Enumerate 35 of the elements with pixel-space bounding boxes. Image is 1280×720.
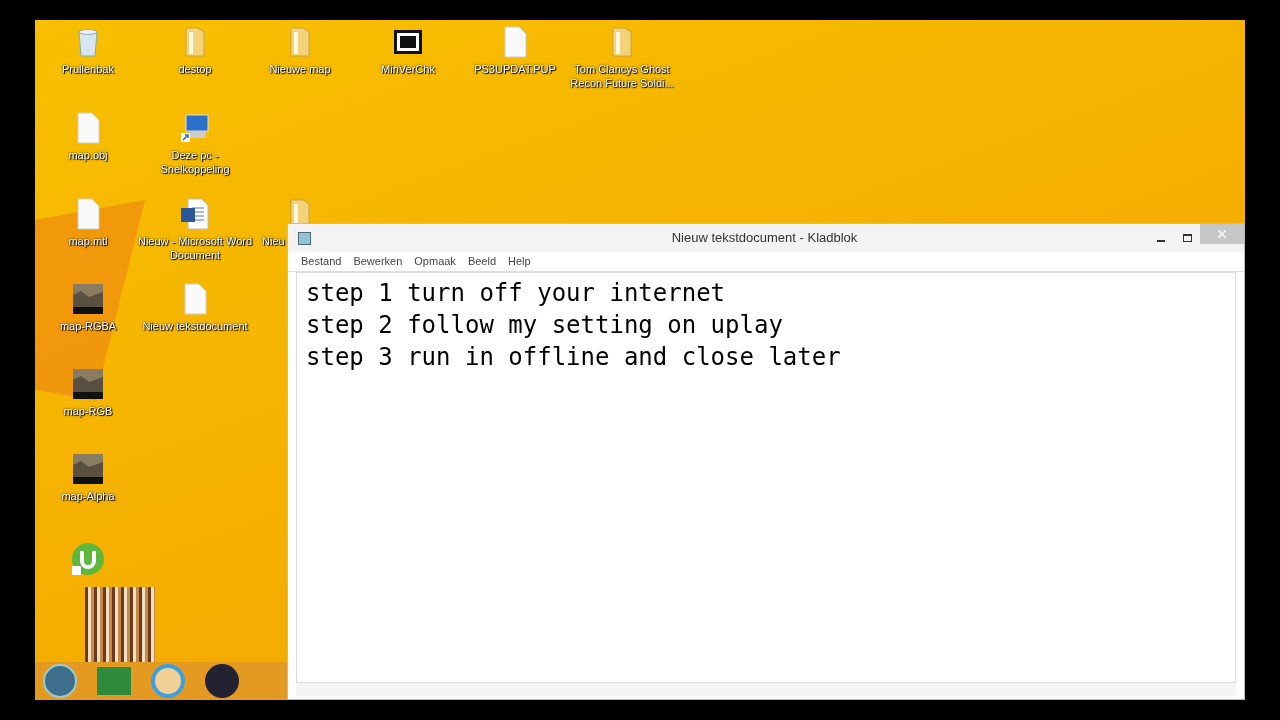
icon-label[interactable]: map-RGB [63,404,113,418]
text-line: step 1 turn off your internet [306,278,727,309]
image-thumbnail-icon [73,368,103,400]
menu-item[interactable]: Opmaak [414,253,456,270]
icon-label[interactable]: Nieuw tekstdocument [142,319,248,333]
icon-label[interactable]: Nieuwe map [269,62,331,76]
icon-label[interactable]: PS3UPDAT.PUP [474,62,556,76]
icon-label[interactable]: Nieuw - Microsoft Word Document [137,234,253,262]
icon-label[interactable]: map.mtl [68,234,108,248]
menu-item[interactable]: Beeld [467,253,496,270]
menu-item[interactable]: Help [508,253,531,270]
icon-label[interactable]: map-Alpha [61,489,115,503]
menu-item[interactable]: Bestand [301,253,342,270]
start-orb-icon[interactable] [43,664,77,698]
icon-label[interactable]: Deze pc - Snelkoppeling [137,148,253,176]
menu-item[interactable]: Bewerken [353,253,403,270]
notepad-icon [298,231,311,245]
icon-label[interactable]: Tom Clancys Ghost Recon Future Soldi... [564,62,680,90]
icon-label[interactable]: Nieu [262,234,285,248]
image-thumbnail-icon [73,453,103,485]
icon-label[interactable]: map-RGBA [59,319,117,333]
taskbar-app-icon[interactable] [205,664,239,698]
image-thumbnail-icon [73,283,103,315]
computer-shortcut-icon [180,112,210,144]
icon-label[interactable]: map.obj [68,148,108,162]
icon-label[interactable]: MinVerChk [381,62,435,76]
window-title: Nieuw tekstdocument - Kladblok [671,229,858,248]
text-area[interactable]: step 1 turn off your internet step 2 follow my setting on uplay step 3 run in offline and close later [296,272,1236,683]
text-line: step 2 follow my setting on uplay [306,310,784,341]
text-line: step 3 run in offline and close later [306,342,842,373]
torrent-icon [71,542,105,576]
icon-label[interactable]: Prullenbak [62,62,114,76]
browser-icon[interactable] [151,664,185,698]
icon-label[interactable]: destop [178,62,212,76]
word-document-icon [180,198,210,230]
